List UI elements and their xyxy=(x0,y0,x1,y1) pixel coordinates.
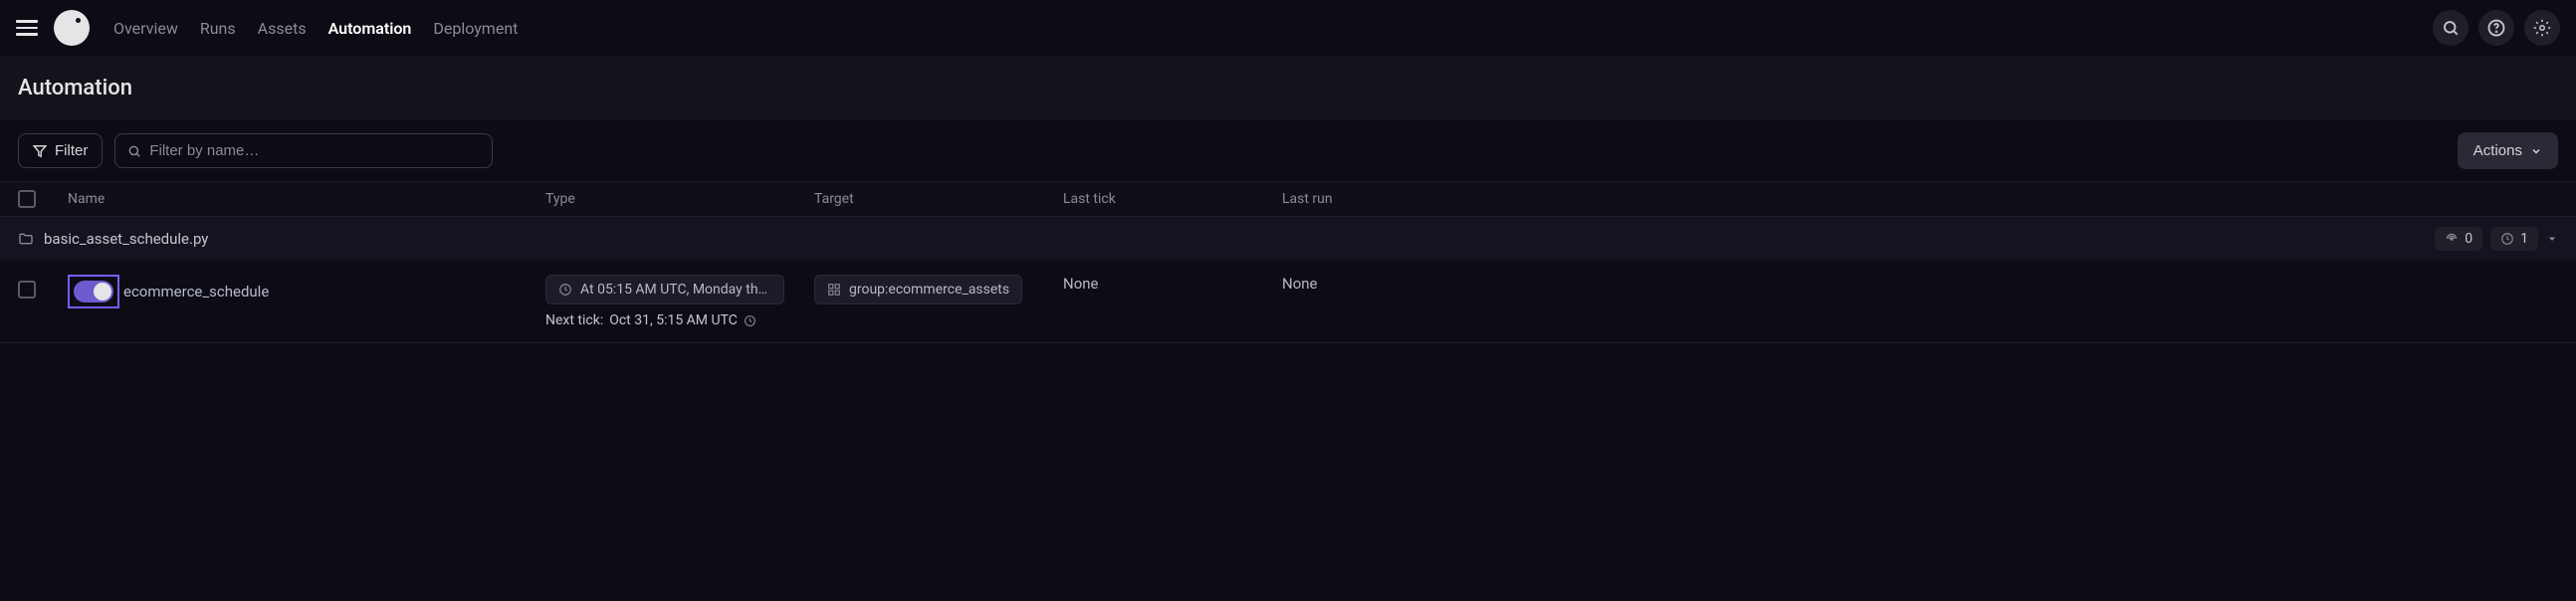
help-button[interactable] xyxy=(2478,10,2514,46)
clock-icon xyxy=(2500,232,2514,246)
filter-button[interactable]: Filter xyxy=(18,133,103,168)
search-icon xyxy=(127,144,141,158)
menu-button[interactable] xyxy=(16,20,38,36)
col-header-type: Type xyxy=(545,191,814,207)
col-header-lastrun: Last run xyxy=(1282,191,2558,207)
caret-down-icon[interactable] xyxy=(2546,233,2558,245)
settings-button[interactable] xyxy=(2524,10,2560,46)
search-icon xyxy=(2442,19,2460,37)
nav-overview[interactable]: Overview xyxy=(113,19,178,38)
select-all-checkbox[interactable] xyxy=(18,190,36,208)
schedule-name[interactable]: ecommerce_schedule xyxy=(123,283,269,300)
search-container[interactable] xyxy=(114,133,493,168)
chevron-down-icon xyxy=(2530,145,2542,157)
search-input[interactable] xyxy=(149,142,480,159)
logo[interactable] xyxy=(54,10,90,46)
schedule-chip[interactable]: At 05:15 AM UTC, Monday throu… xyxy=(545,275,784,304)
col-header-lasttick: Last tick xyxy=(1063,191,1282,207)
sensor-count-badge: 0 xyxy=(2435,227,2482,251)
last-tick-value: None xyxy=(1063,275,1099,293)
nav-deployment[interactable]: Deployment xyxy=(433,19,518,38)
gear-icon xyxy=(2533,19,2551,37)
col-header-target: Target xyxy=(814,191,1063,207)
nav-automation[interactable]: Automation xyxy=(328,19,412,38)
toggle-highlight xyxy=(68,275,119,308)
target-text: group:ecommerce_assets xyxy=(849,282,1009,298)
group-file-name: basic_asset_schedule.py xyxy=(44,230,2425,248)
clock-icon xyxy=(558,283,572,297)
nav-runs[interactable]: Runs xyxy=(200,19,236,38)
help-icon xyxy=(2487,19,2505,37)
search-button[interactable] xyxy=(2433,10,2469,46)
page-title: Automation xyxy=(18,76,2558,100)
nav-assets[interactable]: Assets xyxy=(258,19,307,38)
schedule-count-badge: 1 xyxy=(2490,227,2538,251)
group-row: basic_asset_schedule.py 0 1 xyxy=(0,217,2576,261)
next-tick-label: Next tick: xyxy=(545,312,603,328)
last-run-value: None xyxy=(1282,275,1318,293)
filter-icon xyxy=(33,144,47,158)
clock-icon xyxy=(744,314,756,327)
folder-icon xyxy=(18,231,34,247)
col-header-name: Name xyxy=(68,191,545,207)
actions-label: Actions xyxy=(2473,142,2522,159)
table-row: ecommerce_schedule At 05:15 AM UTC, Mond… xyxy=(0,261,2576,343)
schedule-text: At 05:15 AM UTC, Monday throu… xyxy=(580,282,771,298)
row-checkbox[interactable] xyxy=(18,281,36,299)
group-icon xyxy=(827,283,841,297)
schedule-toggle[interactable] xyxy=(74,281,113,302)
sensor-icon xyxy=(2445,232,2459,246)
target-chip[interactable]: group:ecommerce_assets xyxy=(814,275,1022,304)
filter-label: Filter xyxy=(55,142,88,159)
next-tick-value: Oct 31, 5:15 AM UTC xyxy=(609,312,738,328)
actions-button[interactable]: Actions xyxy=(2458,132,2558,169)
